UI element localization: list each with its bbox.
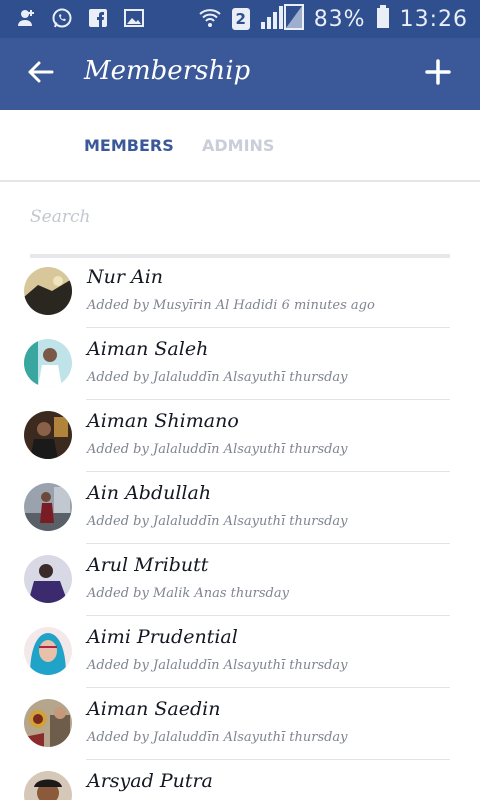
avatar	[24, 771, 72, 800]
avatar	[24, 483, 72, 531]
notification-icons	[14, 6, 146, 30]
list-item[interactable]: Ain Abdullah Added by Jalaluddīn Alsayut…	[0, 472, 480, 544]
member-added-by: Added by Musyīrin Al Hadidi 6 minutes ag…	[87, 298, 375, 313]
arrow-left-icon	[26, 60, 54, 88]
member-name: Arsyad Putra	[87, 770, 213, 792]
member-added-by: Added by Malik Anas thursday	[87, 586, 289, 601]
member-name: Ain Abdullah	[87, 482, 212, 504]
back-button[interactable]	[20, 56, 60, 92]
member-name: Aiman Shimano	[87, 410, 239, 432]
avatar	[24, 627, 72, 675]
member-added-by: Added by Jalaluddīn Alsayuthī thursday	[87, 730, 348, 745]
person-add-icon	[14, 6, 38, 30]
search-bar	[30, 200, 450, 258]
tab-bar: MEMBERS ADMINS	[0, 110, 480, 182]
avatar	[24, 267, 72, 315]
member-added-by: Added by Jalaluddīn Alsayuthī thursday	[87, 442, 348, 457]
avatar	[24, 699, 72, 747]
wifi-icon	[198, 5, 222, 33]
member-added-by: Added by Jalaluddīn Alsayuthī thursday	[87, 370, 348, 385]
tab-admins[interactable]: ADMINS	[202, 136, 274, 155]
member-added-by: Added by Jalaluddīn Alsayuthī thursday	[87, 514, 348, 529]
signal-icon	[260, 4, 304, 34]
avatar	[24, 411, 72, 459]
members-list: Nur Ain Added by Musyīrin Al Hadidi 6 mi…	[0, 256, 480, 800]
system-status: 2 83% 13:26	[198, 4, 468, 34]
plus-icon	[425, 59, 451, 89]
page-title: Membership	[84, 56, 251, 86]
battery-icon	[376, 5, 390, 33]
list-item[interactable]: Arul Mributt Added by Malik Anas thursda…	[0, 544, 480, 616]
list-item[interactable]: Aimi Prudential Added by Jalaluddīn Alsa…	[0, 616, 480, 688]
add-member-button[interactable]	[418, 54, 458, 94]
search-input[interactable]	[30, 200, 450, 234]
avatar	[24, 555, 72, 603]
list-item[interactable]: Nur Ain Added by Musyīrin Al Hadidi 6 mi…	[0, 256, 480, 328]
battery-percent: 83%	[313, 6, 366, 32]
tab-members[interactable]: MEMBERS	[84, 136, 174, 155]
list-item[interactable]: Arsyad Putra	[0, 760, 480, 800]
facebook-icon	[86, 6, 110, 30]
member-name: Aimi Prudential	[87, 626, 238, 648]
avatar	[24, 339, 72, 387]
whatsapp-icon	[50, 6, 74, 30]
member-name: Aiman Saedin	[87, 698, 221, 720]
app-bar: Membership	[0, 38, 480, 110]
status-bar: 2 83% 13:26	[0, 0, 480, 38]
list-item[interactable]: Aiman Saedin Added by Jalaluddīn Alsayut…	[0, 688, 480, 760]
list-item[interactable]: Aiman Shimano Added by Jalaluddīn Alsayu…	[0, 400, 480, 472]
member-name: Nur Ain	[87, 266, 164, 288]
member-added-by: Added by Jalaluddīn Alsayuthī thursday	[87, 658, 348, 673]
member-name: Aiman Saleh	[87, 338, 209, 360]
image-icon	[122, 6, 146, 30]
list-item[interactable]: Aiman Saleh Added by Jalaluddīn Alsayuth…	[0, 328, 480, 400]
clock: 13:26	[399, 6, 468, 32]
member-name: Arul Mributt	[87, 554, 209, 576]
sim-slot-badge: 2	[231, 8, 250, 30]
